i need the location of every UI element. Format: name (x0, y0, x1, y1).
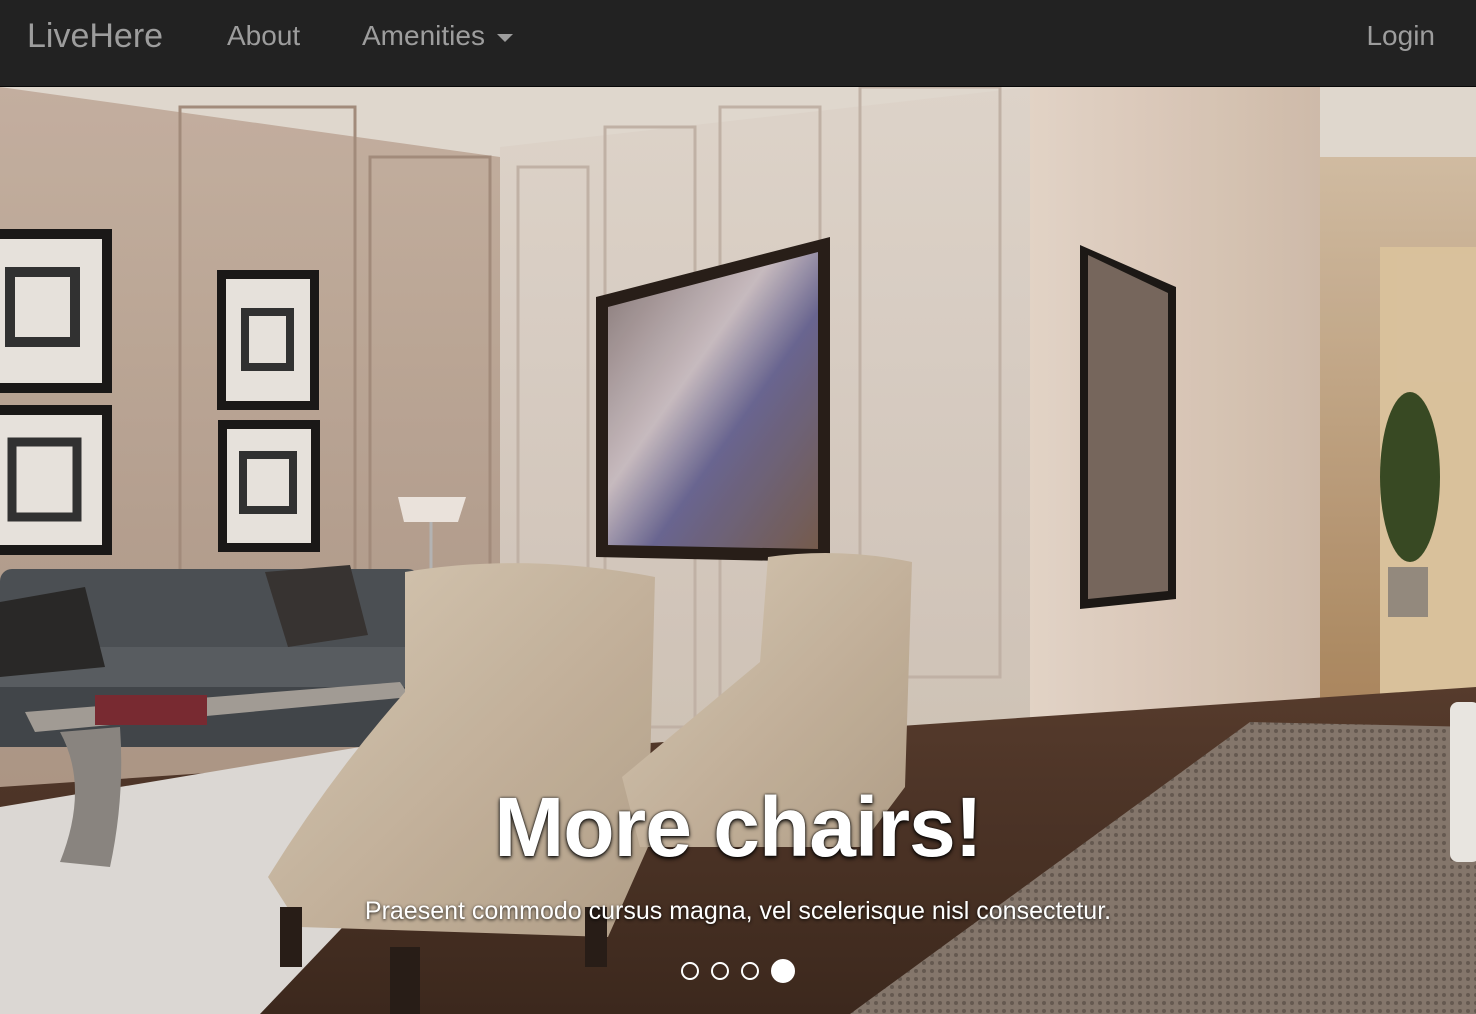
top-navbar: LiveHere About Amenities Login (0, 0, 1476, 87)
carousel-indicator-1[interactable] (681, 962, 699, 980)
carousel-caption-title: More chairs! (494, 780, 983, 874)
carousel-indicator-2[interactable] (711, 962, 729, 980)
carousel-indicator-3[interactable] (741, 962, 759, 980)
nav-amenities-dropdown[interactable]: Amenities (362, 20, 513, 52)
carousel-indicators (0, 959, 1476, 983)
carousel-caption-text: Praesent commodo cursus magna, vel scele… (364, 897, 1112, 925)
carousel-indicator-4[interactable] (771, 959, 795, 983)
login-link[interactable]: Login (1366, 20, 1435, 52)
nav-amenities-label: Amenities (362, 20, 485, 51)
caret-down-icon (496, 33, 513, 42)
brand-logo-link[interactable]: LiveHere (27, 17, 163, 55)
nav-about-link[interactable]: About (227, 20, 300, 52)
hero-carousel[interactable]: More chairs! Praesent commodo cursus mag… (0, 87, 1476, 1014)
